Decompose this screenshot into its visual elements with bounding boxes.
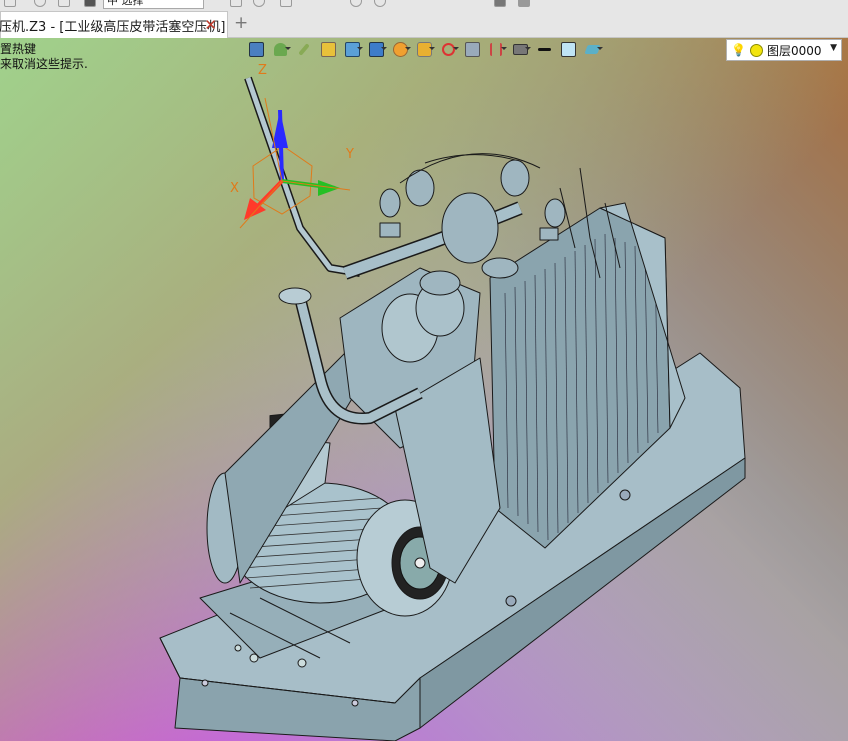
- view-toolbar: [244, 38, 604, 60]
- sphere-button[interactable]: [388, 38, 412, 60]
- graphics-viewport[interactable]: 置热键 来取消这些提示. 💡 图层0000 ▼ Z Y X: [0, 38, 848, 741]
- clip-button[interactable]: [484, 38, 508, 60]
- close-tab-icon[interactable]: ✕: [204, 16, 217, 34]
- document-tab-bar: 压机.Z3 - [工业级高压皮带活塞空压机] ✕ +: [0, 9, 848, 38]
- circle2-tool-icon[interactable]: [374, 0, 386, 7]
- save-icon[interactable]: [84, 0, 96, 7]
- model-scene: Z Y X: [159, 63, 746, 741]
- circle-tool-icon[interactable]: [253, 0, 265, 7]
- section-button[interactable]: [460, 38, 484, 60]
- brush-button[interactable]: [292, 38, 316, 60]
- shading-button[interactable]: [268, 38, 292, 60]
- arc-tool-icon[interactable]: [350, 0, 362, 7]
- layer-label: 图层0000: [766, 43, 822, 58]
- triad-x-label: X: [230, 181, 239, 196]
- pick-icon[interactable]: [230, 0, 242, 7]
- hint-line-1: 置热键: [0, 42, 37, 56]
- chevron-down-icon[interactable]: ▼: [830, 43, 837, 53]
- quick-access-toolbar: 中 选择: [0, 0, 848, 9]
- redo-icon[interactable]: [58, 0, 70, 7]
- new-tab-button[interactable]: +: [234, 13, 248, 33]
- open-icon[interactable]: [4, 0, 16, 7]
- undo-icon[interactable]: [34, 0, 46, 7]
- hint-line-2: 来取消这些提示.: [0, 57, 88, 71]
- triad-z-label: Z: [258, 63, 267, 78]
- view-box-button[interactable]: [364, 38, 388, 60]
- view-cube-button[interactable]: [244, 38, 268, 60]
- render-button[interactable]: [412, 38, 436, 60]
- layer-select[interactable]: 💡 图层0000 ▼: [726, 39, 842, 61]
- settings2-icon[interactable]: [518, 0, 530, 7]
- gear-icon[interactable]: [494, 0, 506, 7]
- line-color-button[interactable]: [532, 38, 556, 60]
- display-button[interactable]: [508, 38, 532, 60]
- axis-button[interactable]: [436, 38, 460, 60]
- lightbulb-icon: 💡: [731, 43, 746, 57]
- layers-stack-button[interactable]: [580, 38, 604, 60]
- tab-title: 压机.Z3 - [工业级高压皮带活塞空压机]: [0, 19, 226, 35]
- fill-color-button[interactable]: [556, 38, 580, 60]
- box-button[interactable]: [340, 38, 364, 60]
- triad-y-label: Y: [345, 147, 354, 162]
- selection-filter-select[interactable]: 中 选择: [103, 0, 204, 9]
- layer-color-icon: [749, 43, 763, 57]
- tab-document[interactable]: 压机.Z3 - [工业级高压皮带活塞空压机] ✕: [0, 11, 228, 38]
- point-tool-icon[interactable]: [280, 0, 292, 7]
- hints-overlay: 置热键 来取消这些提示.: [0, 42, 88, 72]
- solid-box-button[interactable]: [316, 38, 340, 60]
